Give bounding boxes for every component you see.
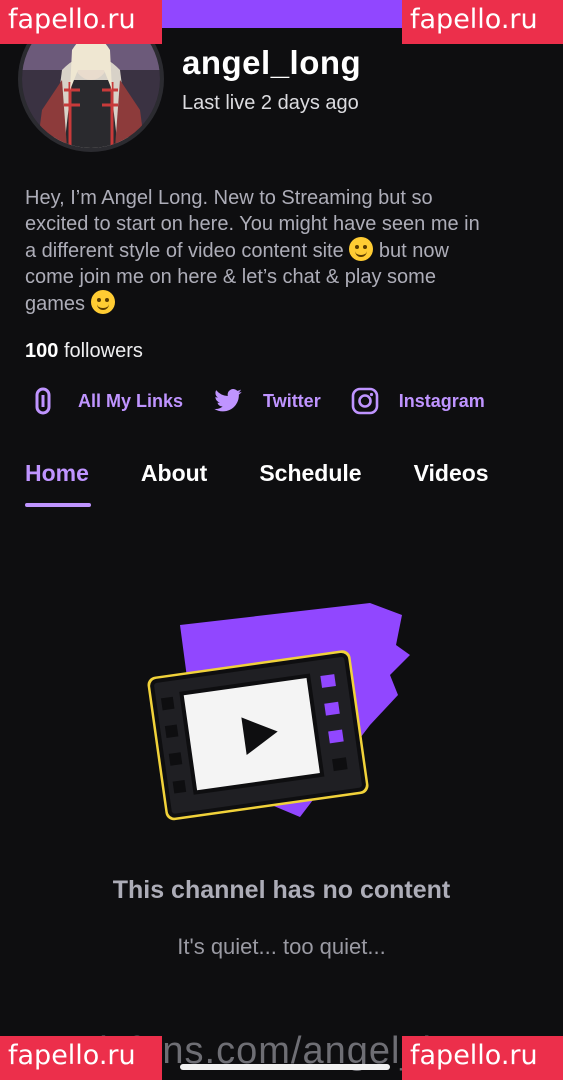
bio-line: games bbox=[25, 293, 86, 315]
watermark-top-left: fapello.ru bbox=[0, 0, 162, 44]
empty-state-subtitle: It's quiet... too quiet... bbox=[177, 934, 386, 959]
tab-videos[interactable]: Videos bbox=[414, 460, 489, 501]
instagram-icon bbox=[351, 387, 379, 415]
link-label: All My Links bbox=[78, 390, 184, 411]
channel-username: angel_long bbox=[182, 44, 362, 81]
twitter-icon bbox=[214, 389, 242, 412]
tab-home[interactable]: Home bbox=[25, 460, 91, 507]
watermark-top-right: fapello.ru bbox=[402, 0, 563, 44]
bio-line: a different style of video content site bbox=[25, 240, 344, 262]
bio-line: but now bbox=[378, 240, 449, 262]
link-instagram[interactable]: Instagram bbox=[351, 387, 485, 415]
winking-face-emoji-icon bbox=[349, 237, 374, 261]
link-label: Twitter bbox=[263, 390, 321, 411]
tab-schedule[interactable]: Schedule bbox=[259, 460, 361, 501]
tab-about[interactable]: About bbox=[141, 460, 207, 501]
link-label: Instagram bbox=[398, 390, 485, 411]
link-icon bbox=[35, 387, 51, 415]
followers-label: followers bbox=[63, 340, 143, 362]
channel-tabs: Home About Schedule Videos bbox=[25, 460, 489, 507]
empty-state-title: This channel has no content bbox=[112, 876, 451, 904]
channel-bio: Hey, I’m Angel Long. New to Streaming bu… bbox=[25, 185, 545, 317]
bio-line: come join me on here & let’s chat & play… bbox=[25, 266, 436, 288]
social-links: All My Links Twitter Instagram bbox=[28, 386, 515, 416]
bio-line: Hey, I’m Angel Long. New to Streaming bu… bbox=[25, 187, 433, 209]
link-twitter[interactable]: Twitter bbox=[213, 386, 321, 416]
watermark-bottom-left: fapello.ru bbox=[0, 1036, 162, 1080]
followers-number: 100 bbox=[25, 340, 59, 362]
bio-line: excited to start on here. You might have… bbox=[25, 213, 480, 235]
follower-count: 100 followers bbox=[25, 340, 143, 363]
watermark-bottom-right: fapello.ru bbox=[402, 1036, 563, 1080]
home-indicator[interactable] bbox=[180, 1064, 390, 1070]
empty-video-illustration bbox=[147, 603, 410, 821]
last-live-status: Last live 2 days ago bbox=[182, 92, 359, 114]
link-all-my-links[interactable]: All My Links bbox=[28, 386, 183, 416]
smiling-face-emoji-icon bbox=[90, 290, 115, 314]
